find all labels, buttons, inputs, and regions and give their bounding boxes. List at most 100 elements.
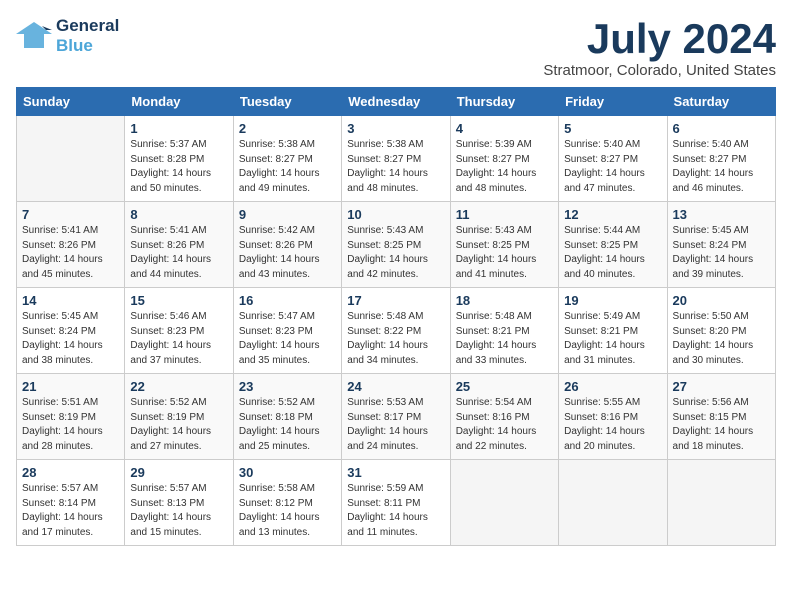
day-number: 28: [22, 465, 119, 480]
calendar-cell: 15Sunrise: 5:46 AMSunset: 8:23 PMDayligh…: [125, 288, 233, 374]
cell-info: Sunrise: 5:38 AMSunset: 8:27 PMDaylight:…: [239, 138, 336, 196]
cell-info: Sunrise: 5:55 AMSunset: 8:16 PMDaylight:…: [564, 396, 661, 454]
day-number: 31: [347, 465, 444, 480]
cell-info: Sunrise: 5:42 AMSunset: 8:26 PMDaylight:…: [239, 224, 336, 282]
day-number: 1: [130, 121, 227, 136]
calendar-week-1: 1 Sunrise: 5:37 AMSunset: 8:28 PMDaylight…: [17, 116, 776, 202]
day-number: 3: [347, 121, 444, 136]
cell-info: Sunrise: 5:50 AMSunset: 8:20 PMDaylight:…: [673, 310, 770, 368]
calendar-week-5: 28 Sunrise: 5:57 AMSunset: 8:14 PMDayligh…: [17, 460, 776, 546]
calendar-cell: 5 Sunrise: 5:40 AMSunset: 8:27 PMDaylight…: [559, 116, 667, 202]
weekday-header-wednesday: Wednesday: [342, 88, 450, 116]
cell-info: Sunrise: 5:43 AMSunset: 8:25 PMDaylight:…: [347, 224, 444, 282]
day-number: 25: [456, 379, 553, 394]
weekday-header-thursday: Thursday: [450, 88, 558, 116]
calendar-cell: 3 Sunrise: 5:38 AMSunset: 8:27 PMDaylight…: [342, 116, 450, 202]
day-number: 26: [564, 379, 661, 394]
cell-info: Sunrise: 5:54 AMSunset: 8:16 PMDaylight:…: [456, 396, 553, 454]
day-number: 15: [130, 293, 227, 308]
day-number: 2: [239, 121, 336, 136]
cell-info: Sunrise: 5:52 AMSunset: 8:18 PMDaylight:…: [239, 396, 336, 454]
day-number: 17: [347, 293, 444, 308]
day-number: 12: [564, 207, 661, 222]
weekday-header-friday: Friday: [559, 88, 667, 116]
day-number: 6: [673, 121, 770, 136]
day-number: 9: [239, 207, 336, 222]
day-number: 4: [456, 121, 553, 136]
calendar-cell: 4 Sunrise: 5:39 AMSunset: 8:27 PMDaylight…: [450, 116, 558, 202]
calendar-cell: 7 Sunrise: 5:41 AMSunset: 8:26 PMDaylight…: [17, 202, 125, 288]
calendar-cell: [17, 116, 125, 202]
calendar-cell: [667, 460, 775, 546]
cell-info: Sunrise: 5:37 AMSunset: 8:28 PMDaylight:…: [130, 138, 227, 196]
weekday-header-sunday: Sunday: [17, 88, 125, 116]
weekday-header-row: SundayMondayTuesdayWednesdayThursdayFrid…: [17, 88, 776, 116]
weekday-header-tuesday: Tuesday: [233, 88, 341, 116]
day-number: 24: [347, 379, 444, 394]
cell-info: Sunrise: 5:38 AMSunset: 8:27 PMDaylight:…: [347, 138, 444, 196]
logo-line2: Blue: [56, 36, 119, 56]
logo-icon: [16, 20, 52, 52]
weekday-header-monday: Monday: [125, 88, 233, 116]
cell-info: Sunrise: 5:45 AMSunset: 8:24 PMDaylight:…: [673, 224, 770, 282]
cell-info: Sunrise: 5:57 AMSunset: 8:14 PMDaylight:…: [22, 482, 119, 540]
cell-info: Sunrise: 5:47 AMSunset: 8:23 PMDaylight:…: [239, 310, 336, 368]
calendar-cell: 17Sunrise: 5:48 AMSunset: 8:22 PMDayligh…: [342, 288, 450, 374]
cell-info: Sunrise: 5:45 AMSunset: 8:24 PMDaylight:…: [22, 310, 119, 368]
day-number: 5: [564, 121, 661, 136]
calendar-cell: [559, 460, 667, 546]
cell-info: Sunrise: 5:48 AMSunset: 8:21 PMDaylight:…: [456, 310, 553, 368]
calendar-cell: 27 Sunrise: 5:56 AMSunset: 8:15 PMDayligh…: [667, 374, 775, 460]
calendar-week-2: 7 Sunrise: 5:41 AMSunset: 8:26 PMDaylight…: [17, 202, 776, 288]
cell-info: Sunrise: 5:41 AMSunset: 8:26 PMDaylight:…: [22, 224, 119, 282]
calendar-cell: 29 Sunrise: 5:57 AMSunset: 8:13 PMDayligh…: [125, 460, 233, 546]
calendar-cell: 31 Sunrise: 5:59 AMSunset: 8:11 PMDayligh…: [342, 460, 450, 546]
calendar-cell: 8Sunrise: 5:41 AMSunset: 8:26 PMDaylight…: [125, 202, 233, 288]
cell-info: Sunrise: 5:40 AMSunset: 8:27 PMDaylight:…: [673, 138, 770, 196]
page-header: General Blue July 2024 Stratmoor, Colora…: [16, 16, 776, 79]
calendar-cell: 1 Sunrise: 5:37 AMSunset: 8:28 PMDaylight…: [125, 116, 233, 202]
logo: General Blue: [16, 16, 119, 55]
calendar-cell: 6 Sunrise: 5:40 AMSunset: 8:27 PMDaylight…: [667, 116, 775, 202]
location-title: Stratmoor, Colorado, United States: [543, 62, 776, 79]
weekday-header-saturday: Saturday: [667, 88, 775, 116]
calendar-table: SundayMondayTuesdayWednesdayThursdayFrid…: [16, 87, 776, 546]
calendar-cell: 10 Sunrise: 5:43 AMSunset: 8:25 PMDayligh…: [342, 202, 450, 288]
calendar-cell: 19Sunrise: 5:49 AMSunset: 8:21 PMDayligh…: [559, 288, 667, 374]
calendar-cell: 22Sunrise: 5:52 AMSunset: 8:19 PMDayligh…: [125, 374, 233, 460]
day-number: 29: [130, 465, 227, 480]
day-number: 10: [347, 207, 444, 222]
day-number: 14: [22, 293, 119, 308]
day-number: 30: [239, 465, 336, 480]
calendar-cell: 28 Sunrise: 5:57 AMSunset: 8:14 PMDayligh…: [17, 460, 125, 546]
day-number: 13: [673, 207, 770, 222]
calendar-week-3: 14 Sunrise: 5:45 AMSunset: 8:24 PMDayligh…: [17, 288, 776, 374]
day-number: 18: [456, 293, 553, 308]
day-number: 7: [22, 207, 119, 222]
cell-info: Sunrise: 5:56 AMSunset: 8:15 PMDaylight:…: [673, 396, 770, 454]
cell-info: Sunrise: 5:51 AMSunset: 8:19 PMDaylight:…: [22, 396, 119, 454]
calendar-cell: 11 Sunrise: 5:43 AMSunset: 8:25 PMDayligh…: [450, 202, 558, 288]
cell-info: Sunrise: 5:43 AMSunset: 8:25 PMDaylight:…: [456, 224, 553, 282]
calendar-cell: 9 Sunrise: 5:42 AMSunset: 8:26 PMDaylight…: [233, 202, 341, 288]
cell-info: Sunrise: 5:58 AMSunset: 8:12 PMDaylight:…: [239, 482, 336, 540]
calendar-cell: 30 Sunrise: 5:58 AMSunset: 8:12 PMDayligh…: [233, 460, 341, 546]
day-number: 11: [456, 207, 553, 222]
calendar-cell: 13 Sunrise: 5:45 AMSunset: 8:24 PMDayligh…: [667, 202, 775, 288]
cell-info: Sunrise: 5:53 AMSunset: 8:17 PMDaylight:…: [347, 396, 444, 454]
day-number: 19: [564, 293, 661, 308]
calendar-cell: 25 Sunrise: 5:54 AMSunset: 8:16 PMDayligh…: [450, 374, 558, 460]
calendar-cell: 16 Sunrise: 5:47 AMSunset: 8:23 PMDayligh…: [233, 288, 341, 374]
calendar-cell: 2 Sunrise: 5:38 AMSunset: 8:27 PMDaylight…: [233, 116, 341, 202]
cell-info: Sunrise: 5:40 AMSunset: 8:27 PMDaylight:…: [564, 138, 661, 196]
logo-line1: General: [56, 16, 119, 36]
cell-info: Sunrise: 5:57 AMSunset: 8:13 PMDaylight:…: [130, 482, 227, 540]
day-number: 16: [239, 293, 336, 308]
calendar-cell: 18 Sunrise: 5:48 AMSunset: 8:21 PMDayligh…: [450, 288, 558, 374]
day-number: 27: [673, 379, 770, 394]
cell-info: Sunrise: 5:59 AMSunset: 8:11 PMDaylight:…: [347, 482, 444, 540]
cell-info: Sunrise: 5:39 AMSunset: 8:27 PMDaylight:…: [456, 138, 553, 196]
calendar-week-4: 21Sunrise: 5:51 AMSunset: 8:19 PMDayligh…: [17, 374, 776, 460]
title-block: July 2024 Stratmoor, Colorado, United St…: [543, 16, 776, 79]
calendar-cell: 20Sunrise: 5:50 AMSunset: 8:20 PMDayligh…: [667, 288, 775, 374]
